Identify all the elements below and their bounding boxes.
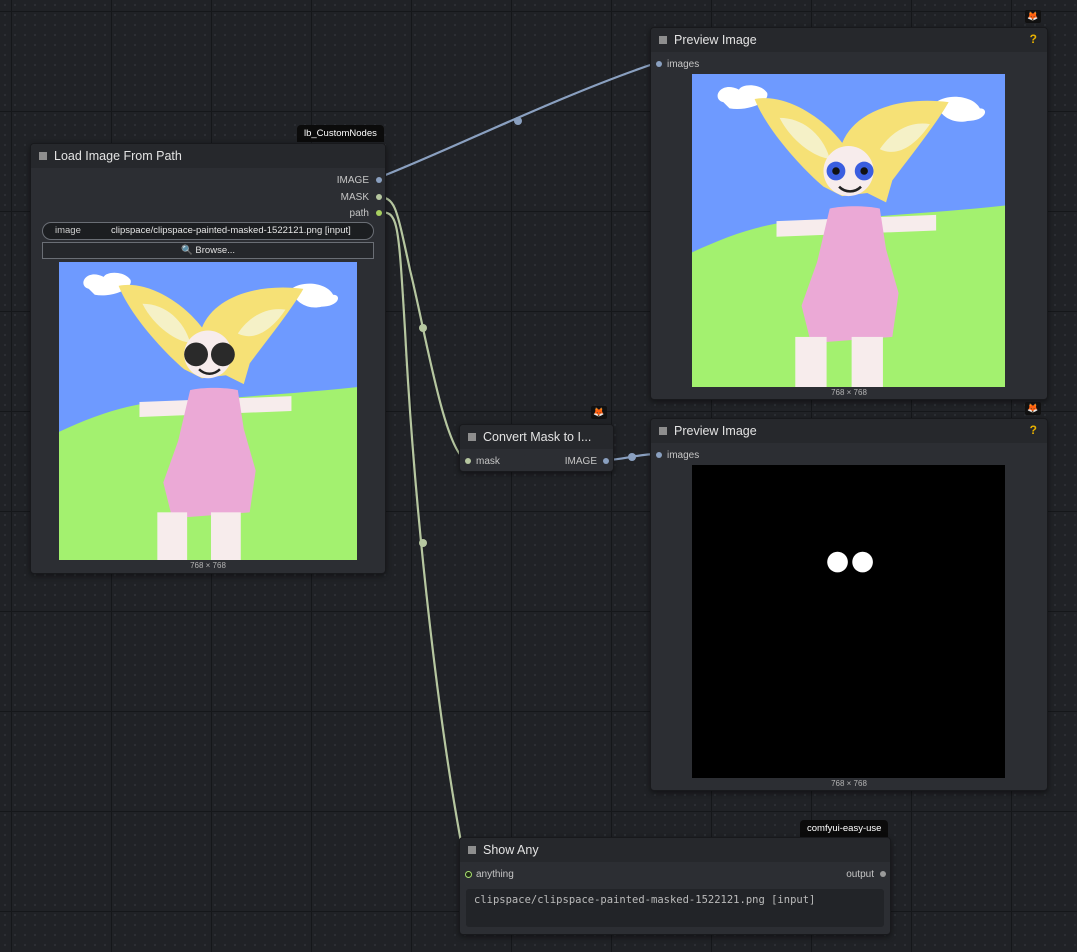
link-midpoint — [514, 117, 522, 125]
output-label-output: output — [846, 869, 874, 880]
node-header[interactable]: Load Image From Path — [31, 144, 385, 168]
link-midpoint — [419, 324, 427, 332]
input-label-images: images — [667, 450, 700, 461]
fox-icon: 🦊 — [1025, 402, 1041, 415]
node-header[interactable]: Preview Image ? — [651, 419, 1047, 443]
widget-label: image — [55, 225, 81, 236]
input-label-anything: anything — [476, 869, 514, 880]
convert-mask-to-image-node[interactable]: Convert Mask to I... mask IMAGE — [459, 424, 614, 472]
node-header[interactable]: Convert Mask to I... — [460, 425, 613, 449]
image-size-caption: 768 × 768 — [831, 388, 867, 397]
square-dot-icon[interactable] — [468, 846, 476, 854]
input-slot-images[interactable] — [656, 452, 662, 458]
output-slot-mask[interactable] — [376, 194, 382, 200]
node-title: Preview Image — [674, 424, 757, 438]
output-label-mask: MASK — [340, 192, 369, 203]
output-slot-image[interactable] — [603, 458, 609, 464]
link-midpoint — [628, 453, 636, 461]
output-label-image: IMAGE — [336, 175, 369, 186]
square-dot-icon[interactable] — [468, 433, 476, 441]
square-dot-icon[interactable] — [39, 152, 47, 160]
node-title: Load Image From Path — [54, 149, 182, 163]
preview-image-top — [692, 74, 1005, 387]
input-slot-anything[interactable] — [465, 871, 472, 878]
node-badge: lb_CustomNodes — [297, 125, 384, 142]
image-size-caption: 768 × 768 — [831, 779, 867, 788]
link-midpoint — [419, 539, 427, 547]
square-dot-icon[interactable] — [659, 427, 667, 435]
node-header[interactable]: Show Any — [460, 838, 890, 862]
preview-image-node-bottom[interactable]: Preview Image ? images 768 × 768 — [650, 418, 1048, 791]
widget-value: clipspace/clipspace-painted-masked-15221… — [111, 225, 351, 236]
image-size-caption: 768 × 768 — [190, 561, 226, 570]
node-title: Preview Image — [674, 33, 757, 47]
help-icon[interactable]: ? — [1030, 423, 1037, 437]
square-dot-icon[interactable] — [659, 36, 667, 44]
output-slot-image[interactable] — [376, 177, 382, 183]
mask-image — [692, 465, 1005, 778]
link-mask-to-convert — [377, 194, 468, 462]
fox-icon: 🦊 — [591, 406, 607, 419]
load-image-from-path-node[interactable]: Load Image From Path IMAGE MASK path ima… — [30, 143, 386, 574]
output-label-path: path — [349, 208, 369, 219]
loaded-image-preview — [59, 262, 357, 560]
girl-drawing-image — [692, 74, 1005, 387]
output-slot-path[interactable] — [376, 210, 382, 216]
browse-button[interactable]: 🔍 Browse... — [42, 242, 374, 259]
input-slot-mask[interactable] — [465, 458, 471, 464]
output-label-image: IMAGE — [564, 456, 597, 467]
help-icon[interactable]: ? — [1030, 32, 1037, 46]
output-slot-output[interactable] — [880, 871, 886, 877]
node-title: Convert Mask to I... — [483, 430, 592, 444]
node-header[interactable]: Preview Image ? — [651, 28, 1047, 52]
node-badge: comfyui-easy-use — [800, 820, 889, 837]
preview-image-node-top[interactable]: Preview Image ? images 768 × 768 — [650, 27, 1048, 400]
link-path-to-show-any — [377, 210, 469, 874]
image-combo-widget[interactable]: image clipspace/clipspace-painted-masked… — [42, 222, 374, 240]
input-slot-images[interactable] — [656, 61, 662, 67]
node-title: Show Any — [483, 843, 539, 857]
preview-image-bottom — [692, 465, 1005, 778]
input-label-mask: mask — [476, 456, 500, 467]
show-any-node[interactable]: Show Any anything output clipspace/clips… — [459, 837, 891, 935]
fox-icon: 🦊 — [1025, 10, 1041, 23]
link-image-to-preview-top — [377, 60, 660, 180]
girl-drawing-image — [59, 262, 357, 560]
input-label-images: images — [667, 59, 700, 70]
output-text-area[interactable]: clipspace/clipspace-painted-masked-15221… — [466, 889, 884, 927]
